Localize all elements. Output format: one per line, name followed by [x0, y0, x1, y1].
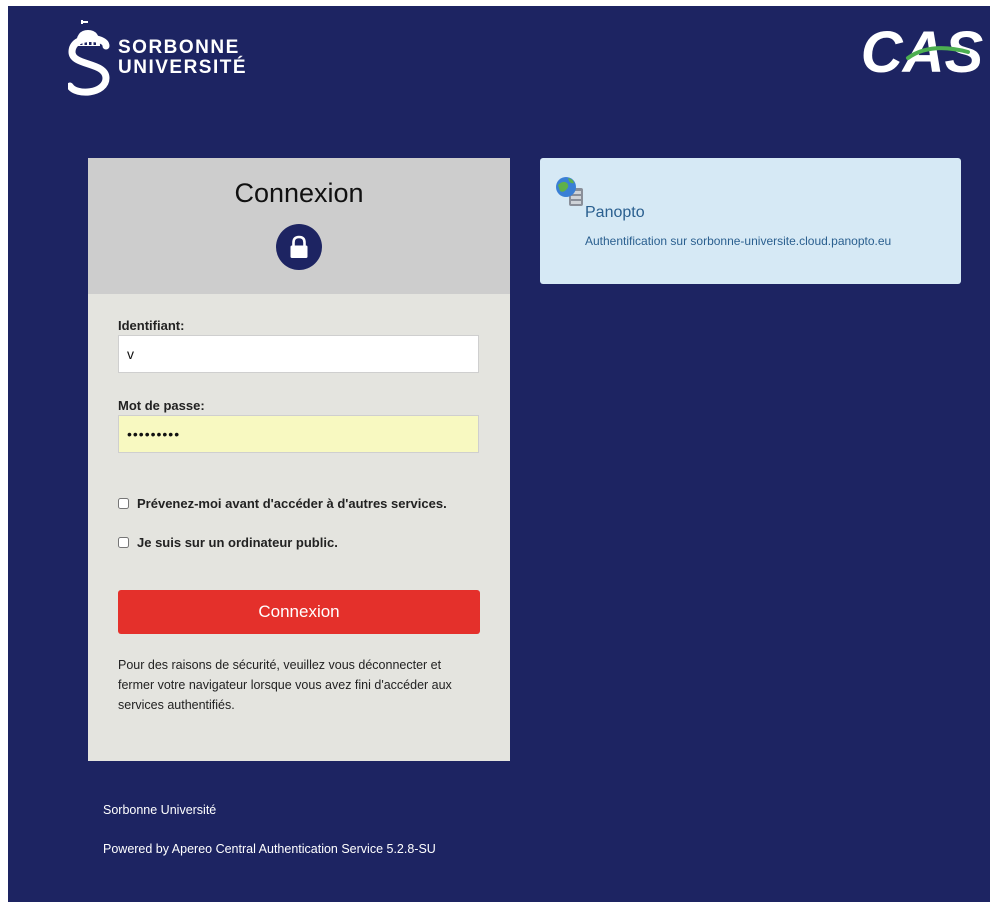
security-notice: Pour des raisons de sécurité, veuillez v… [118, 658, 452, 712]
password-label: Mot de passe: [118, 398, 205, 413]
service-description: Authentification sur sorbonne-universite… [585, 234, 892, 248]
username-input[interactable] [118, 335, 479, 373]
warn-checkbox-row: Prévenez-moi avant d'accéder à d'autres … [118, 494, 447, 512]
lock-icon [290, 235, 308, 258]
warn-checkbox-label[interactable]: Prévenez-moi avant d'accéder à d'autres … [137, 496, 447, 511]
sorbonne-logo[interactable]: SORBONNE UNIVERSITÉ [68, 20, 258, 100]
login-header: Connexion [88, 158, 510, 294]
public-computer-checkbox-label[interactable]: Je suis sur un ordinateur public. [137, 535, 338, 550]
lock-badge [276, 224, 322, 270]
warn-checkbox[interactable] [118, 497, 129, 509]
username-label: Identifiant: [118, 318, 185, 333]
globe-server-icon [556, 177, 583, 206]
cas-logo: CAS [861, 20, 984, 84]
page-background: SORBONNE UNIVERSITÉ CAS Connexion Identi… [8, 6, 990, 902]
password-input[interactable] [118, 415, 479, 453]
public-computer-checkbox-row: Je suis sur un ordinateur public. [118, 533, 338, 551]
public-computer-checkbox[interactable] [118, 536, 129, 548]
sorbonne-emblem-icon [68, 20, 110, 96]
footer-powered-by: Powered by Apereo Central Authentication… [103, 842, 436, 856]
footer-organization: Sorbonne Université [103, 803, 217, 817]
login-title: Connexion [234, 178, 364, 208]
service-name: Panopto [585, 204, 645, 221]
brand-line-1: SORBONNE [118, 37, 240, 58]
login-submit-button[interactable]: Connexion [118, 590, 480, 634]
service-card: Panopto Authentification sur sorbonne-un… [540, 158, 961, 284]
login-panel: Connexion Identifiant: Mot de passe: Pré… [88, 158, 510, 761]
brand-line-2: UNIVERSITÉ [118, 57, 248, 78]
